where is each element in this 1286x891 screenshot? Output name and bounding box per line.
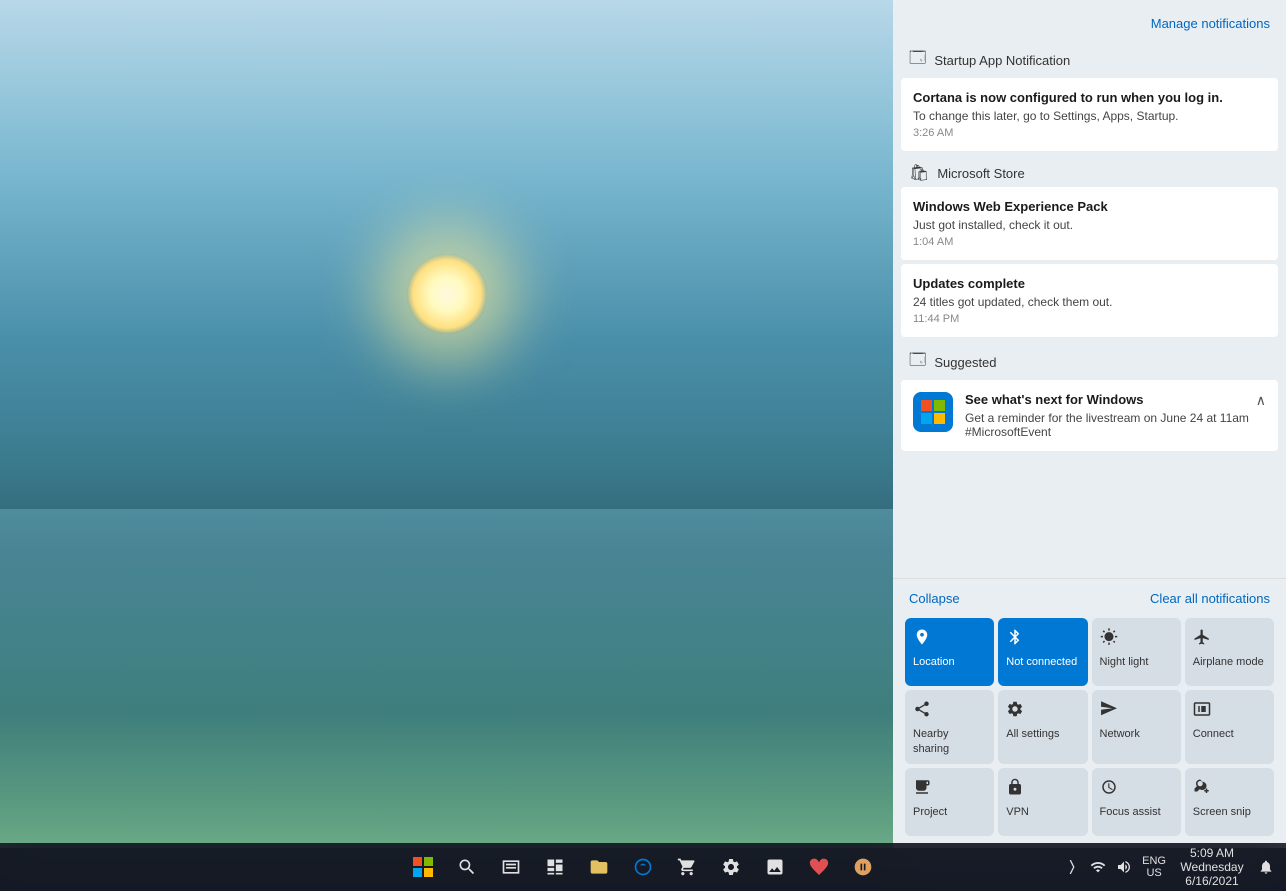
airplane-icon (1193, 628, 1211, 651)
footer-actions-row: Collapse Clear all notifications (901, 587, 1278, 610)
notif-cortana-time: 3:26 AM (913, 127, 1266, 139)
suggested-title: See what's next for Windows (965, 392, 1266, 407)
notif-card-webexp[interactable]: Windows Web Experience Pack Just got ins… (901, 187, 1278, 260)
quick-tile-screen-snip[interactable]: Screen snip (1185, 768, 1274, 836)
vpn-icon (1006, 778, 1024, 801)
bluetooth-icon (1006, 628, 1024, 651)
airplane-label: Airplane mode (1193, 655, 1264, 669)
quick-tile-project[interactable]: Project (905, 768, 994, 836)
store-button[interactable] (667, 847, 707, 887)
notif-webexp-time: 1:04 AM (913, 236, 1266, 248)
quick-tile-vpn[interactable]: VPN (998, 768, 1087, 836)
clock-time: 5:09 AM (1190, 846, 1234, 860)
notif-updates-time: 11:44 PM (913, 313, 1266, 325)
network-tray-icon[interactable] (1086, 847, 1110, 887)
focus-assist-icon (1100, 778, 1118, 801)
quick-tile-all-settings[interactable]: All settings (998, 690, 1087, 764)
edge-button[interactable] (623, 847, 663, 887)
notif-webexp-body: Just got installed, check it out. (913, 218, 1266, 232)
quick-tile-airplane[interactable]: Airplane mode (1185, 618, 1274, 686)
night-light-icon (1100, 628, 1118, 651)
start-button[interactable] (403, 847, 443, 887)
all-settings-icon (1006, 700, 1024, 723)
taskbar-right: ENG US 5:09 AM Wednesday 6/16/2021 (1060, 846, 1286, 888)
taskbar-center (403, 847, 883, 887)
file-explorer-button[interactable] (579, 847, 619, 887)
suggested-group-icon: 🗔 (909, 349, 926, 376)
lang-label: ENG (1142, 855, 1166, 867)
vpn-label: VPN (1006, 805, 1029, 819)
notif-webexp-title: Windows Web Experience Pack (913, 199, 1266, 214)
startup-group-icon: 🗔 (909, 47, 926, 74)
action-center-footer: Collapse Clear all notifications Locatio… (893, 578, 1286, 848)
taskbar: ENG US 5:09 AM Wednesday 6/16/2021 (0, 843, 1286, 891)
screen-snip-label: Screen snip (1193, 805, 1251, 819)
all-settings-label: All settings (1006, 727, 1059, 741)
search-button[interactable] (447, 847, 487, 887)
nearby-sharing-label: Nearby sharing (913, 727, 986, 756)
solitaire-button[interactable] (799, 847, 839, 887)
screen-snip-icon (1193, 778, 1211, 801)
photos-button[interactable] (755, 847, 795, 887)
quick-tile-nearby-sharing[interactable]: Nearby sharing (905, 690, 994, 764)
notif-cortana-title: Cortana is now configured to run when yo… (913, 90, 1266, 105)
show-hidden-icons-button[interactable] (1060, 847, 1084, 887)
quick-tile-night-light[interactable]: Night light (1092, 618, 1181, 686)
notif-cortana-body: To change this later, go to Settings, Ap… (913, 109, 1266, 123)
network-label: Network (1100, 727, 1140, 741)
connect-icon (1193, 700, 1211, 723)
taskbar-settings-button[interactable] (711, 847, 751, 887)
quick-tile-location[interactable]: Location (905, 618, 994, 686)
msstore-group-title: Microsoft Store (937, 166, 1024, 181)
msstore-group-icon: 🛍 (909, 163, 929, 183)
notif-group-suggested: 🗔 Suggested (901, 341, 1278, 380)
suggested-app-icon (913, 392, 953, 432)
notif-updates-title: Updates complete (913, 276, 1266, 291)
clock-weekday: Wednesday (1180, 860, 1243, 874)
suggested-content: See what's next for Windows Get a remind… (965, 392, 1266, 439)
notif-group-msstore: 🛍 Microsoft Store (901, 155, 1278, 187)
bluetooth-label: Not connected (1006, 655, 1077, 669)
language-indicator[interactable]: ENG US (1138, 855, 1170, 879)
quick-tile-focus-assist[interactable]: Focus assist (1092, 768, 1181, 836)
project-icon (913, 778, 931, 801)
widgets-button[interactable] (535, 847, 575, 887)
quick-tile-network[interactable]: Network (1092, 690, 1181, 764)
notification-panel-button[interactable] (1254, 847, 1278, 887)
location-icon (913, 628, 931, 651)
wallpaper (0, 0, 893, 848)
quick-tile-bluetooth[interactable]: Not connected (998, 618, 1087, 686)
notif-updates-body: 24 titles got updated, check them out. (913, 295, 1266, 309)
suggested-body: Get a reminder for the livestream on Jun… (965, 411, 1266, 439)
notif-card-updates[interactable]: Updates complete 24 titles got updated, … (901, 264, 1278, 337)
extra-app-button[interactable] (843, 847, 883, 887)
notif-group-startup: 🗔 Startup App Notification (901, 39, 1278, 78)
suggested-chevron-icon: ∧ (1256, 392, 1266, 409)
quick-tile-connect[interactable]: Connect (1185, 690, 1274, 764)
clock[interactable]: 5:09 AM Wednesday 6/16/2021 (1172, 846, 1252, 888)
notification-panel: Manage notifications 🗔 Startup App Notif… (893, 0, 1286, 848)
nearby-sharing-icon (913, 700, 931, 723)
startup-group-title: Startup App Notification (934, 53, 1070, 68)
focus-assist-label: Focus assist (1100, 805, 1161, 819)
suggested-group-title: Suggested (934, 355, 996, 370)
task-view-button[interactable] (491, 847, 531, 887)
manage-notifications-button[interactable]: Manage notifications (1151, 16, 1270, 31)
notifications-scroll: 🗔 Startup App Notification Cortana is no… (893, 39, 1286, 578)
quick-actions-grid: Location Not connected Night light Airpl… (901, 614, 1278, 840)
clock-date: 6/16/2021 (1185, 874, 1238, 888)
project-label: Project (913, 805, 947, 819)
clear-all-button[interactable]: Clear all notifications (1150, 591, 1270, 606)
network-icon (1100, 700, 1118, 723)
wallpaper-water (0, 509, 893, 848)
location-label: Location (913, 655, 955, 669)
night-light-label: Night light (1100, 655, 1149, 669)
notif-card-cortana[interactable]: Cortana is now configured to run when yo… (901, 78, 1278, 151)
connect-label: Connect (1193, 727, 1234, 741)
region-label: US (1146, 867, 1161, 879)
notif-card-suggested[interactable]: See what's next for Windows Get a remind… (901, 380, 1278, 451)
collapse-button[interactable]: Collapse (909, 591, 960, 606)
notif-header: Manage notifications (893, 0, 1286, 39)
volume-icon[interactable] (1112, 847, 1136, 887)
